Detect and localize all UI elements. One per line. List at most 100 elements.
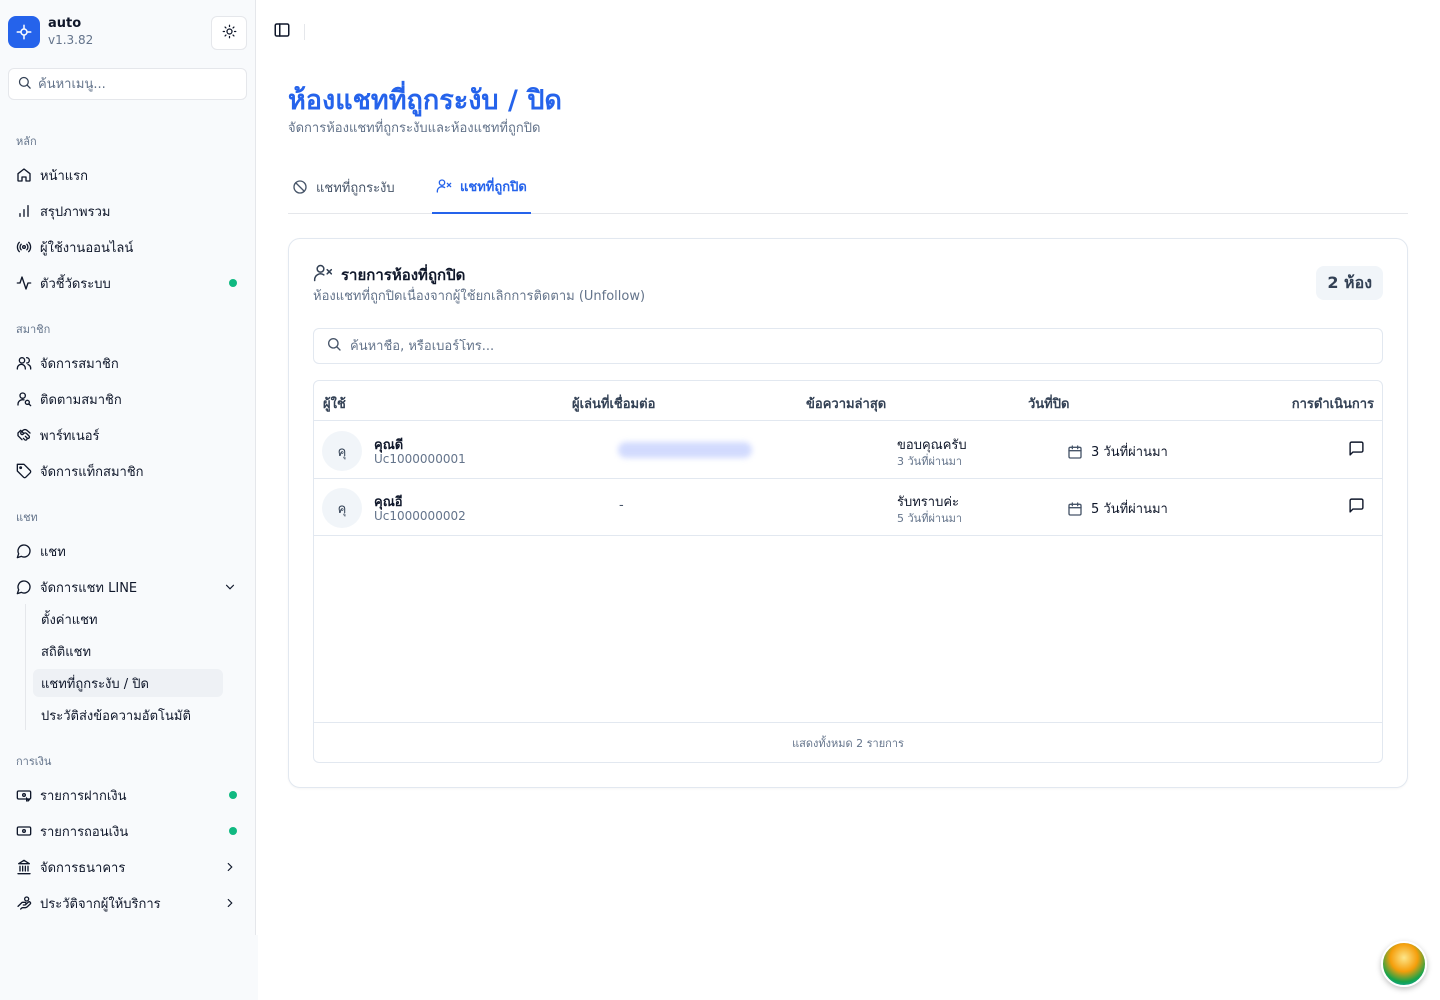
- calendar-icon: [1067, 444, 1083, 460]
- closed-date-text: 3 วันที่ผ่านมา: [1091, 445, 1168, 460]
- linked-player: -: [619, 498, 624, 513]
- column-header-user[interactable]: ผู้ใช้: [323, 393, 346, 414]
- avatar: คุ: [322, 431, 362, 471]
- sidebar-item-follow-members[interactable]: ติดตามสมาชิก: [8, 383, 247, 415]
- sidebar-item-home[interactable]: หน้าแรก: [8, 159, 247, 191]
- user-x-icon: [436, 178, 452, 194]
- count-badge: 2 ห้อง: [1316, 266, 1383, 300]
- tab-bar: แชทที่ถูกระงับ แชทที่ถูกปิด: [288, 160, 1408, 214]
- closed-date-text: 5 วันที่ผ่านมา: [1091, 502, 1168, 517]
- column-header-closed-date[interactable]: วันที่ปิด: [1028, 393, 1069, 414]
- toolbar-divider: [304, 24, 305, 40]
- table-header: ผู้ใช้ ผู้เล่นที่เชื่อมต่อ ข้อความล่าสุด…: [314, 381, 1382, 421]
- menu-search[interactable]: [8, 68, 247, 100]
- theme-toggle-button[interactable]: [211, 16, 247, 50]
- app-version: v1.3.82: [48, 33, 94, 47]
- room-search-input[interactable]: [350, 338, 1250, 354]
- closed-rooms-table: ผู้ใช้ ผู้เล่นที่เชื่อมต่อ ข้อความล่าสุด…: [313, 380, 1383, 763]
- sidebar-footer-area: [0, 935, 258, 1000]
- sidebar-item-online-users[interactable]: ผู้ใช้งานออนไลน์: [8, 231, 247, 263]
- sidebar-item-label: ผู้ใช้งานออนไลน์: [40, 240, 134, 256]
- column-header-actions: การดำเนินการ: [1291, 397, 1374, 412]
- column-header-last-message[interactable]: ข้อความล่าสุด: [806, 393, 886, 414]
- brand[interactable]: auto v1.3.82: [8, 16, 93, 48]
- column-header-player[interactable]: ผู้เล่นที่เชื่อมต่อ: [572, 393, 655, 414]
- status-dot: [229, 279, 237, 287]
- sidebar-item-member-tags[interactable]: จัดการแท็กสมาชิก: [8, 455, 247, 487]
- table-row[interactable]: คุ คุณดี Uc1000000001 ขอบคุณครับ 3 วันที…: [314, 422, 1382, 479]
- user-id: Uc1000000001: [374, 452, 466, 466]
- sidebar-item-label: แชท: [40, 544, 66, 560]
- last-message-time: 5 วันที่ผ่านมา: [897, 512, 963, 525]
- sidebar-item-label: จัดการสมาชิก: [40, 356, 119, 372]
- floating-assistant-button[interactable]: [1381, 941, 1427, 987]
- sidebar-item-label: หน้าแรก: [40, 168, 88, 184]
- sidebar-toggle-button[interactable]: [272, 22, 292, 42]
- sidebar-item-label: จัดการแชท LINE: [40, 580, 138, 596]
- page-title: ห้องแชทที่ถูกระงับ / ปิด: [288, 85, 562, 116]
- status-dot: [229, 827, 237, 835]
- avatar: คุ: [322, 488, 362, 528]
- hand-coins-icon: [16, 895, 32, 911]
- activity-icon: [16, 275, 32, 291]
- banknote-in-icon: [16, 787, 32, 803]
- bar-chart-icon: [16, 203, 32, 219]
- sun-icon: [222, 24, 237, 43]
- sidebar-subitem-chat-stats[interactable]: สถิติแชท: [33, 637, 223, 665]
- sidebar-subitem-auto-history[interactable]: ประวัติส่งข้อความอัตโนมัติ: [33, 701, 223, 729]
- sidebar-item-label: จัดการแท็กสมาชิก: [40, 464, 144, 480]
- table-row[interactable]: คุ คุณอี Uc1000000002 - รับทราบค่ะ 5 วัน…: [314, 479, 1382, 536]
- message-square-icon: [1348, 440, 1365, 461]
- sidebar-item-label: ติดตามสมาชิก: [40, 392, 122, 408]
- sidebar-item-label: ประวัติจากผู้ให้บริการ: [40, 896, 161, 912]
- linked-player-blurred: [618, 442, 752, 458]
- user-id: Uc1000000002: [374, 509, 466, 523]
- sidebar-item-label: พาร์ทเนอร์: [40, 428, 100, 444]
- section-label-finance: การเงิน: [16, 755, 52, 768]
- card-header: รายการห้องที่ถูกปิด: [313, 263, 465, 287]
- room-search[interactable]: [313, 328, 1383, 364]
- sidebar-item-line-chat[interactable]: จัดการแชท LINE: [8, 571, 247, 603]
- panel-left-icon: [273, 21, 291, 43]
- sidebar-item-metrics[interactable]: ตัวชี้วัดระบบ: [8, 267, 247, 299]
- app-name: auto: [48, 16, 82, 31]
- tab-closed[interactable]: แชทที่ถูกปิด: [432, 160, 531, 214]
- sidebar-item-label: ตัวชี้วัดระบบ: [40, 276, 111, 292]
- sidebar-item-label: รายการถอนเงิน: [40, 824, 129, 840]
- home-icon: [16, 167, 32, 183]
- sidebar-item-overview[interactable]: สรุปภาพรวม: [8, 195, 247, 227]
- tab-label: แชทที่ถูกปิด: [460, 179, 527, 195]
- sidebar-item-chat[interactable]: แชท: [8, 535, 247, 567]
- card-title: รายการห้องที่ถูกปิด: [341, 266, 466, 284]
- sidebar-item-provider-history[interactable]: ประวัติจากผู้ให้บริการ: [8, 887, 247, 919]
- menu-search-input[interactable]: [38, 76, 228, 92]
- sidebar-item-label: จัดการธนาคาร: [40, 860, 126, 876]
- last-message-time: 3 วันที่ผ่านมา: [897, 455, 963, 468]
- sidebar-subitem-suspended-closed[interactable]: แชทที่ถูกระงับ / ปิด: [33, 669, 223, 697]
- chevron-right-icon: [223, 860, 237, 874]
- message-square-icon: [1348, 497, 1365, 518]
- user-x-icon: [313, 263, 333, 287]
- sidebar-item-banks[interactable]: จัดการธนาคาร: [8, 851, 247, 883]
- user-search-icon: [16, 391, 32, 407]
- status-dot: [229, 791, 237, 799]
- tab-suspended[interactable]: แชทที่ถูกระงับ: [292, 160, 395, 214]
- section-label-chat: แชท: [16, 511, 38, 524]
- sidebar-item-manage-members[interactable]: จัดการสมาชิก: [8, 347, 247, 379]
- users-icon: [16, 355, 32, 371]
- radio-broadcast-icon: [16, 239, 32, 255]
- sidebar-item-withdrawals[interactable]: รายการถอนเงิน: [8, 815, 247, 847]
- banknote-out-icon: [16, 823, 32, 839]
- chevron-right-icon: [223, 896, 237, 910]
- sidebar-item-deposits[interactable]: รายการฝากเงิน: [8, 779, 247, 811]
- sidebar-item-label: สรุปภาพรวม: [40, 204, 111, 220]
- open-chat-button[interactable]: [1338, 495, 1374, 519]
- open-chat-button[interactable]: [1338, 438, 1374, 462]
- handshake-icon: [16, 427, 32, 443]
- closed-date: 3 วันที่ผ่านมา: [1067, 441, 1168, 462]
- search-icon: [326, 336, 342, 356]
- message-circle-icon: [16, 543, 32, 559]
- sidebar-subitem-chat-settings[interactable]: ตั้งค่าแชท: [33, 605, 223, 633]
- section-label-main: หลัก: [16, 135, 37, 148]
- sidebar-item-partners[interactable]: พาร์ทเนอร์: [8, 419, 247, 451]
